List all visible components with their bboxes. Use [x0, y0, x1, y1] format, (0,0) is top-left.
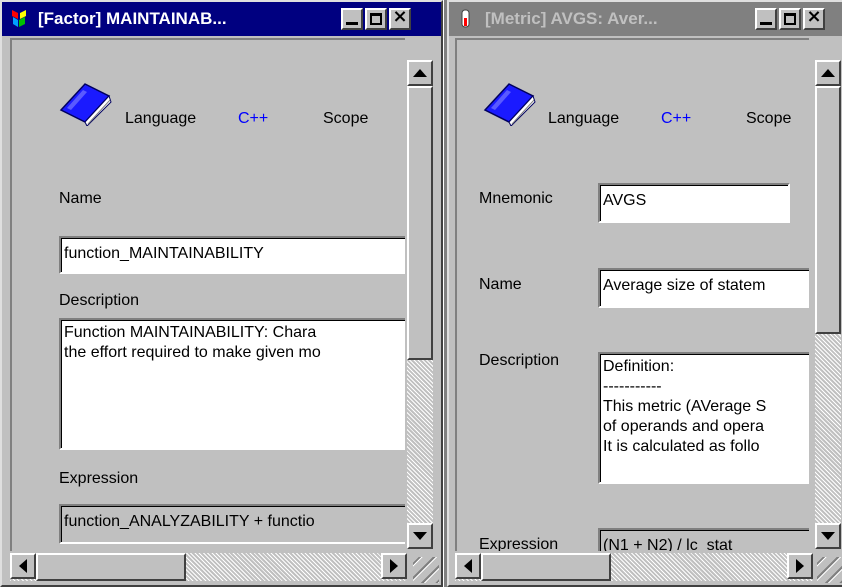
factor-scope-label: Scope: [323, 110, 369, 127]
metric-expression-label: Expression: [479, 536, 559, 551]
metric-language-label: Language: [548, 110, 620, 127]
factor-scroll-down-button[interactable]: [407, 523, 433, 549]
metric-mnemonic-field[interactable]: AVGS: [598, 183, 790, 223]
factor-vertical-scroll-thumb[interactable]: [407, 86, 433, 360]
metric-vertical-scroll-thumb[interactable]: [815, 86, 841, 334]
factor-expression-label: Expression: [59, 470, 139, 487]
metric-name-field[interactable]: Average size of statem: [598, 268, 809, 308]
book-icon: [483, 83, 536, 126]
metric-minimize-button[interactable]: [755, 8, 777, 30]
factor-scroll-up-button[interactable]: [407, 60, 433, 86]
metric-name-label: Name: [479, 276, 522, 293]
factor-language-label: Language: [125, 110, 197, 127]
arrow-down-icon: [821, 532, 835, 540]
factor-language-value: C++: [238, 110, 269, 127]
maximize-icon: [784, 13, 796, 25]
metric-vertical-scrollbar[interactable]: [815, 60, 841, 549]
metric-resize-grip[interactable]: [817, 557, 842, 583]
metric-scroll-left-button[interactable]: [455, 553, 481, 579]
factor-name-field[interactable]: function_MAINTAINABILITY: [59, 236, 405, 274]
maximize-icon: [370, 13, 382, 25]
metric-mnemonic-label: Mnemonic: [479, 190, 553, 207]
arrow-up-icon: [821, 69, 835, 77]
factor-close-button[interactable]: ×: [389, 6, 411, 30]
factor-minimize-button[interactable]: [341, 8, 363, 30]
factor-scroll-right-button[interactable]: [381, 553, 407, 579]
metric-window-controls: ×: [755, 6, 825, 30]
factor-client-area: Language C++ Scope Name function_MAINTAI…: [10, 38, 405, 551]
close-icon: ×: [392, 6, 408, 27]
metric-horizontal-scrollbar[interactable]: [455, 553, 813, 581]
arrow-left-icon: [19, 559, 27, 573]
minimize-icon: [346, 22, 358, 25]
metric-client-area: Language C++ Scope Mnemonic AVGS Name Av…: [455, 38, 809, 551]
factor-resize-grip[interactable]: [413, 557, 439, 583]
book-icon: [59, 83, 112, 126]
metric-description-field[interactable]: Definition: ----------- This metric (AVe…: [598, 352, 809, 484]
metric-close-button[interactable]: ×: [803, 6, 825, 30]
metric-description-label: Description: [479, 352, 560, 369]
factor-expression-field[interactable]: function_ANALYZABILITY + functio: [59, 504, 405, 544]
factor-name-label: Name: [59, 190, 102, 207]
factor-vertical-scrollbar[interactable]: [407, 60, 433, 549]
metric-window: [Metric] AVGS: Aver... × Language C++ Sc…: [447, 0, 842, 587]
factor-window-controls: ×: [341, 6, 411, 30]
arrow-right-icon: [796, 559, 804, 573]
factor-description-label: Description: [59, 292, 140, 309]
arrow-up-icon: [413, 69, 427, 77]
metric-gauge-icon: [455, 8, 477, 30]
factor-scroll-left-button[interactable]: [10, 553, 36, 579]
metric-scroll-up-button[interactable]: [815, 60, 841, 86]
factor-horizontal-scrollbar[interactable]: [10, 553, 407, 581]
factor-window: [Factor] MAINTAINAB... × Language C++ Sc…: [0, 0, 443, 587]
arrow-right-icon: [390, 559, 398, 573]
arrow-down-icon: [413, 532, 427, 540]
factor-maximize-button[interactable]: [365, 8, 387, 30]
factor-cubes-icon: [8, 8, 30, 30]
metric-scroll-down-button[interactable]: [815, 523, 841, 549]
metric-language-value: C++: [661, 110, 692, 127]
minimize-icon: [760, 22, 772, 25]
metric-horizontal-scroll-thumb[interactable]: [481, 553, 611, 581]
metric-maximize-button[interactable]: [779, 8, 801, 30]
factor-description-field[interactable]: Function MAINTAINABILITY: Chara the effo…: [59, 318, 405, 450]
metric-scroll-right-button[interactable]: [787, 553, 813, 579]
close-icon: ×: [806, 6, 822, 27]
factor-horizontal-scroll-thumb[interactable]: [36, 553, 186, 581]
metric-expression-field[interactable]: (N1 + N2) / lc_stat: [598, 528, 809, 551]
arrow-left-icon: [464, 559, 472, 573]
metric-scope-label: Scope: [746, 110, 792, 127]
